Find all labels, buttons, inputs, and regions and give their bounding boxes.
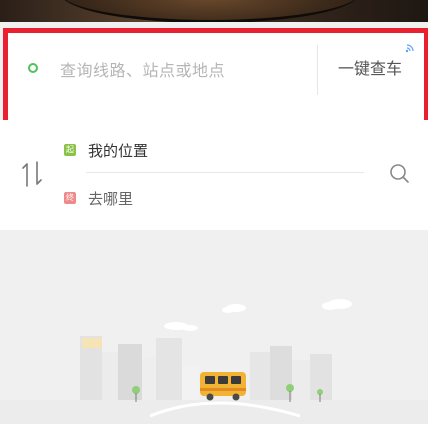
route-to-row[interactable]: 终 去哪里 [64,187,133,209]
dish-image [60,0,360,22]
signal-wave-icon [405,44,414,53]
start-tag: 起 [64,144,76,156]
food-banner-image[interactable] [0,0,428,22]
search-icon[interactable] [388,162,410,184]
bus-icon [200,372,246,401]
location-dot-icon [28,63,38,73]
route-divider [86,172,364,173]
route-from-row[interactable]: 起 我的位置 [64,139,148,161]
search-divider [317,45,318,95]
route-to-label: 去哪里 [88,189,134,208]
search-bar[interactable]: 查询线路、站点或地点 一键查车 [12,37,417,104]
route-panel: 起 我的位置 终 去哪里 [0,120,428,230]
swap-vertical-icon[interactable] [20,158,44,190]
search-input[interactable]: 查询线路、站点或地点 [60,57,225,81]
route-from-label: 我的位置 [88,141,149,160]
end-tag: 终 [64,192,76,204]
city-bus-illustration [0,299,428,424]
quick-check-bus-button[interactable]: 一键查车 [326,55,414,83]
